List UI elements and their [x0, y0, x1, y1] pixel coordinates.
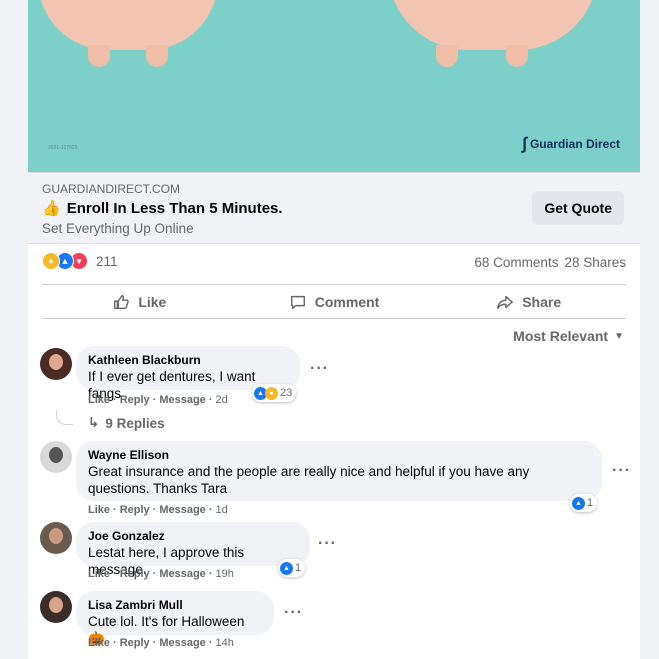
fingertip-left	[38, 0, 218, 50]
link-subheadline: Set Everything Up Online	[42, 221, 194, 236]
comment-message-link[interactable]: Message	[159, 504, 205, 516]
comment-like-link[interactable]: Like	[88, 504, 110, 516]
comment-bubble: Wayne Ellison Great insurance and the pe…	[76, 441, 602, 501]
comment-reply-link[interactable]: Reply	[120, 568, 150, 580]
share-icon	[497, 295, 514, 310]
divider-bottom	[42, 318, 626, 319]
comment-reaction-count: 1	[295, 562, 302, 574]
shares-count[interactable]: 28 Shares	[564, 255, 626, 270]
comment-bubble: Lisa Zambri Mull Cute lol. It's for Hall…	[76, 591, 274, 646]
ad-code: 2021-127925	[48, 145, 78, 151]
comment-meta: Like · Reply · Message · 1d	[88, 504, 228, 516]
comment-meta: Like · Reply · Message · 14h	[88, 637, 234, 649]
like-reaction-icon: ▲	[572, 496, 585, 510]
comment-author[interactable]: Kathleen Blackburn	[88, 353, 288, 367]
sort-dropdown[interactable]: Most Relevant ▼	[513, 328, 624, 344]
comment-reactions[interactable]: ▲ 1	[278, 559, 306, 577]
comment-label: Comment	[314, 294, 380, 310]
reaction-count: 211	[96, 253, 118, 269]
like-reaction-icon: ▲	[280, 561, 293, 575]
like-button[interactable]: Like	[42, 286, 237, 318]
comment-time[interactable]: 2d	[215, 394, 227, 406]
more-icon[interactable]: ···	[318, 535, 337, 553]
post-stats: 68 Comments 28 Shares	[474, 255, 626, 270]
comment-message-link[interactable]: Message	[159, 637, 205, 649]
fang-right-1	[436, 45, 458, 67]
comment-reactions[interactable]: ▲ 1	[570, 494, 598, 512]
comment-like-link[interactable]: Like	[88, 394, 110, 406]
dropdown-icon: ▼	[614, 330, 624, 342]
comment-message-link[interactable]: Message	[159, 568, 205, 580]
thumbs-up-icon	[114, 294, 130, 310]
brand-name: Guardian Direct	[529, 136, 620, 151]
link-preview[interactable]: GUARDIANDIRECT.COM 👍 Enroll In Less Than…	[28, 172, 640, 244]
comment-reply-link[interactable]: Reply	[120, 637, 150, 649]
comment-reply-link[interactable]: Reply	[120, 504, 150, 516]
comment-reactions[interactable]: ▲ ● 23	[252, 384, 297, 402]
thread-line	[56, 410, 73, 425]
fingertip-right	[388, 0, 598, 50]
comment-button[interactable]: Comment	[237, 286, 432, 318]
ad-image[interactable]: 2021-127925 ∫ Guardian Direct	[28, 0, 640, 172]
thumbs-up-emoji-icon: 👍	[42, 200, 61, 217]
comment-bubble: Joe Gonzalez Lestat here, I approve this…	[76, 522, 310, 577]
comment-meta: Like · Reply · Message · 2d	[88, 394, 228, 406]
fang-left-2	[146, 45, 168, 67]
link-headline-text: Enroll In Less Than 5 Minutes.	[66, 199, 283, 217]
link-headline: 👍 Enroll In Less Than 5 Minutes.	[42, 199, 283, 218]
comment-like-link[interactable]: Like	[88, 568, 110, 580]
avatar[interactable]	[40, 441, 72, 473]
fang-left-1	[88, 45, 110, 67]
post-actions: Like Comment Share	[42, 286, 626, 318]
comment-reaction-count: 23	[280, 387, 293, 399]
avatar[interactable]	[40, 348, 72, 380]
comment-reply-link[interactable]: Reply	[120, 394, 150, 406]
reaction-summary[interactable]: ● ▲ ♥ 211	[42, 252, 118, 270]
share-button[interactable]: Share	[431, 286, 626, 318]
more-icon[interactable]: ···	[310, 360, 329, 378]
like-label: Like	[138, 294, 167, 310]
comment-author[interactable]: Wayne Ellison	[88, 448, 590, 462]
avatar[interactable]	[40, 591, 72, 623]
comment-time[interactable]: 14h	[215, 637, 233, 649]
comment-time[interactable]: 19h	[215, 568, 233, 580]
guardian-logo-icon: ∫	[522, 134, 527, 153]
comment-reaction-count: 1	[587, 497, 594, 509]
comment-meta: Like · Reply · Message · 19h	[88, 568, 234, 580]
view-replies-link[interactable]: ↳ 9 Replies	[88, 415, 165, 431]
more-icon[interactable]: ···	[284, 604, 303, 622]
post-card: 2021-127925 ∫ Guardian Direct GUARDIANDI…	[28, 0, 640, 659]
link-domain: GUARDIANDIRECT.COM	[42, 182, 181, 196]
comment-author[interactable]: Joe Gonzalez	[88, 529, 298, 543]
more-icon[interactable]: ···	[612, 462, 631, 480]
comment-text: Great insurance and the people are reall…	[88, 464, 530, 496]
brand-logo: ∫ Guardian Direct	[522, 135, 620, 152]
avatar[interactable]	[40, 522, 72, 554]
get-quote-button[interactable]: Get Quote	[532, 191, 624, 225]
comment-time[interactable]: 1d	[215, 504, 227, 516]
divider-top	[42, 284, 626, 285]
reply-arrow-icon: ↳	[88, 415, 100, 430]
replies-count: 9 Replies	[105, 415, 165, 431]
comments-count[interactable]: 68 Comments	[474, 255, 558, 270]
sort-label: Most Relevant	[513, 328, 609, 344]
haha-reaction-icon: ●	[42, 252, 60, 270]
comment-author[interactable]: Lisa Zambri Mull	[88, 598, 262, 612]
haha-reaction-icon: ●	[265, 386, 278, 400]
comment-message-link[interactable]: Message	[159, 394, 205, 406]
fang-right-2	[506, 45, 528, 67]
share-label: Share	[522, 294, 562, 310]
comment-like-link[interactable]: Like	[88, 637, 110, 649]
comment-icon	[290, 295, 305, 310]
